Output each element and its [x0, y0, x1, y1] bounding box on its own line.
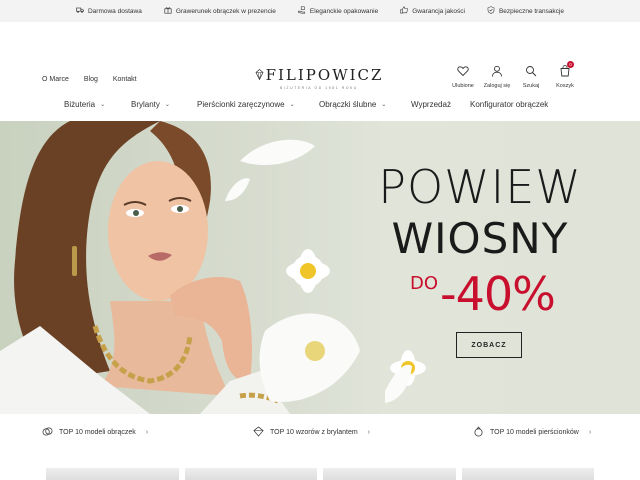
- promo-prefix: DO: [410, 273, 439, 294]
- strip-label: TOP 10 modeli obrączek: [59, 428, 136, 436]
- rings-icon: [42, 426, 53, 439]
- chevron-right-icon: ›: [588, 428, 592, 436]
- link-about-brand[interactable]: O Marce: [42, 76, 69, 83]
- header-actions: Ulubione Zaloguj się Szukaj 0 Koszyk: [446, 61, 582, 89]
- hero-title-line2: WIOSNY: [391, 214, 569, 263]
- strip-label: TOP 10 wzorów z brylantem: [270, 428, 358, 436]
- topbar-label: Gwarancja jakości: [412, 7, 465, 15]
- topbar-item-packaging: Eleganckie opakowanie: [298, 6, 378, 16]
- product-card[interactable]: [46, 468, 179, 480]
- see-more-button[interactable]: ZOBACZ: [456, 332, 522, 358]
- link-blog[interactable]: Blog: [84, 76, 98, 83]
- nav-item-wedding-bands[interactable]: Obrączki ślubne ⌄: [319, 100, 386, 109]
- top10-strip: TOP 10 modeli obrączek › TOP 10 wzorów z…: [0, 414, 640, 450]
- topbar-item-engraving: Grawerunek obrączek w prezencie: [164, 6, 276, 16]
- shield-check-icon: [487, 6, 495, 16]
- product-card[interactable]: [184, 468, 317, 480]
- logo[interactable]: FILIPOWICZ BIŻUTERIA OD 1981 ROKU: [255, 66, 381, 90]
- product-card[interactable]: [323, 468, 456, 480]
- logo-name: FILIPOWICZ: [265, 66, 384, 84]
- nav-item-sale[interactable]: Wyprzedaż: [411, 100, 451, 109]
- strip-label: TOP 10 modeli pierścionków: [490, 428, 579, 436]
- topbar-label: Bezpieczne transakcje: [498, 7, 564, 15]
- topbar-item-quality: Gwarancja jakości: [400, 6, 465, 16]
- login-button[interactable]: Zaloguj się: [480, 65, 514, 89]
- top10-wedding-bands-link[interactable]: TOP 10 modeli obrączek ›: [42, 426, 148, 439]
- hero-banner[interactable]: POWIEW WIOSNY DO -40% ZOBACZ: [0, 121, 640, 414]
- search-label: Szukaj: [522, 83, 540, 89]
- product-cards-preview: [0, 468, 640, 480]
- cart-button[interactable]: 0 Koszyk: [548, 61, 582, 89]
- nav-label: Biżuteria: [64, 100, 96, 109]
- hero-title-line1: POWIEW: [378, 160, 582, 214]
- top10-rings-link[interactable]: TOP 10 modeli pierścionków ›: [473, 425, 592, 439]
- topbar-label: Grawerunek obrączek w prezencie: [175, 7, 276, 15]
- nav-label: Pierścionki zaręczynowe: [197, 100, 285, 109]
- hero-promo: DO -40%: [410, 267, 556, 321]
- favorites-label: Ulubione: [452, 83, 474, 89]
- search-icon: [525, 65, 537, 79]
- heart-icon: [457, 65, 469, 79]
- promo-value: -40%: [440, 267, 556, 321]
- diamond-icon: [253, 425, 264, 439]
- main-nav: Biżuteria ⌄ Brylanty ⌄ Pierścionki zaręc…: [0, 92, 640, 120]
- thumbs-up-icon: [400, 6, 409, 16]
- chevron-right-icon: ›: [367, 428, 371, 436]
- nav-item-ring-configurator[interactable]: Konfigurator obrączek: [470, 100, 548, 109]
- nav-label: Wyprzedaż: [411, 100, 451, 109]
- truck-icon: [76, 6, 84, 16]
- nav-label: Brylanty: [131, 100, 160, 109]
- topbar-item-free-delivery: Darmowa dostawa: [76, 6, 142, 16]
- product-card[interactable]: [461, 468, 594, 480]
- favorites-button[interactable]: Ulubione: [446, 65, 480, 89]
- chevron-down-icon: ⌄: [289, 102, 295, 108]
- header-links: O Marce Blog Kontakt: [42, 76, 137, 83]
- top-info-bar: Darmowa dostawa Grawerunek obrączek w pr…: [0, 0, 640, 22]
- nav-item-diamonds[interactable]: Brylanty ⌄: [131, 100, 170, 109]
- top10-diamond-link[interactable]: TOP 10 wzorów z brylantem ›: [253, 425, 371, 439]
- topbar-item-secure: Bezpieczne transakcje: [487, 6, 564, 16]
- diamond-logo-icon: [255, 66, 264, 84]
- search-button[interactable]: Szukaj: [514, 65, 548, 89]
- user-icon: [491, 65, 503, 79]
- chevron-down-icon: ⌄: [100, 102, 106, 108]
- login-label: Zaloguj się: [483, 83, 511, 89]
- nav-label: Obrączki ślubne: [319, 100, 377, 109]
- chevron-right-icon: ›: [145, 428, 149, 436]
- cart-label: Koszyk: [556, 83, 574, 89]
- ring-icon: [473, 425, 484, 439]
- site-header: O Marce Blog Kontakt FILIPOWICZ BIŻUTERI…: [0, 22, 640, 92]
- nav-item-engagement-rings[interactable]: Pierścionki zaręczynowe ⌄: [197, 100, 295, 109]
- chevron-down-icon: ⌄: [164, 102, 170, 108]
- nav-label: Konfigurator obrączek: [470, 100, 549, 109]
- topbar-label: Darmowa dostawa: [87, 7, 142, 15]
- hand-gift-icon: [298, 6, 306, 16]
- cart-count-badge: 0: [567, 61, 574, 68]
- chevron-down-icon: ⌄: [381, 102, 387, 108]
- topbar-label: Eleganckie opakowanie: [309, 7, 379, 15]
- link-contact[interactable]: Kontakt: [113, 76, 137, 83]
- nav-item-jewelry[interactable]: Biżuteria ⌄: [64, 100, 105, 109]
- gift-icon: [164, 6, 172, 16]
- logo-subtitle: BIŻUTERIA OD 1981 ROKU: [280, 86, 358, 90]
